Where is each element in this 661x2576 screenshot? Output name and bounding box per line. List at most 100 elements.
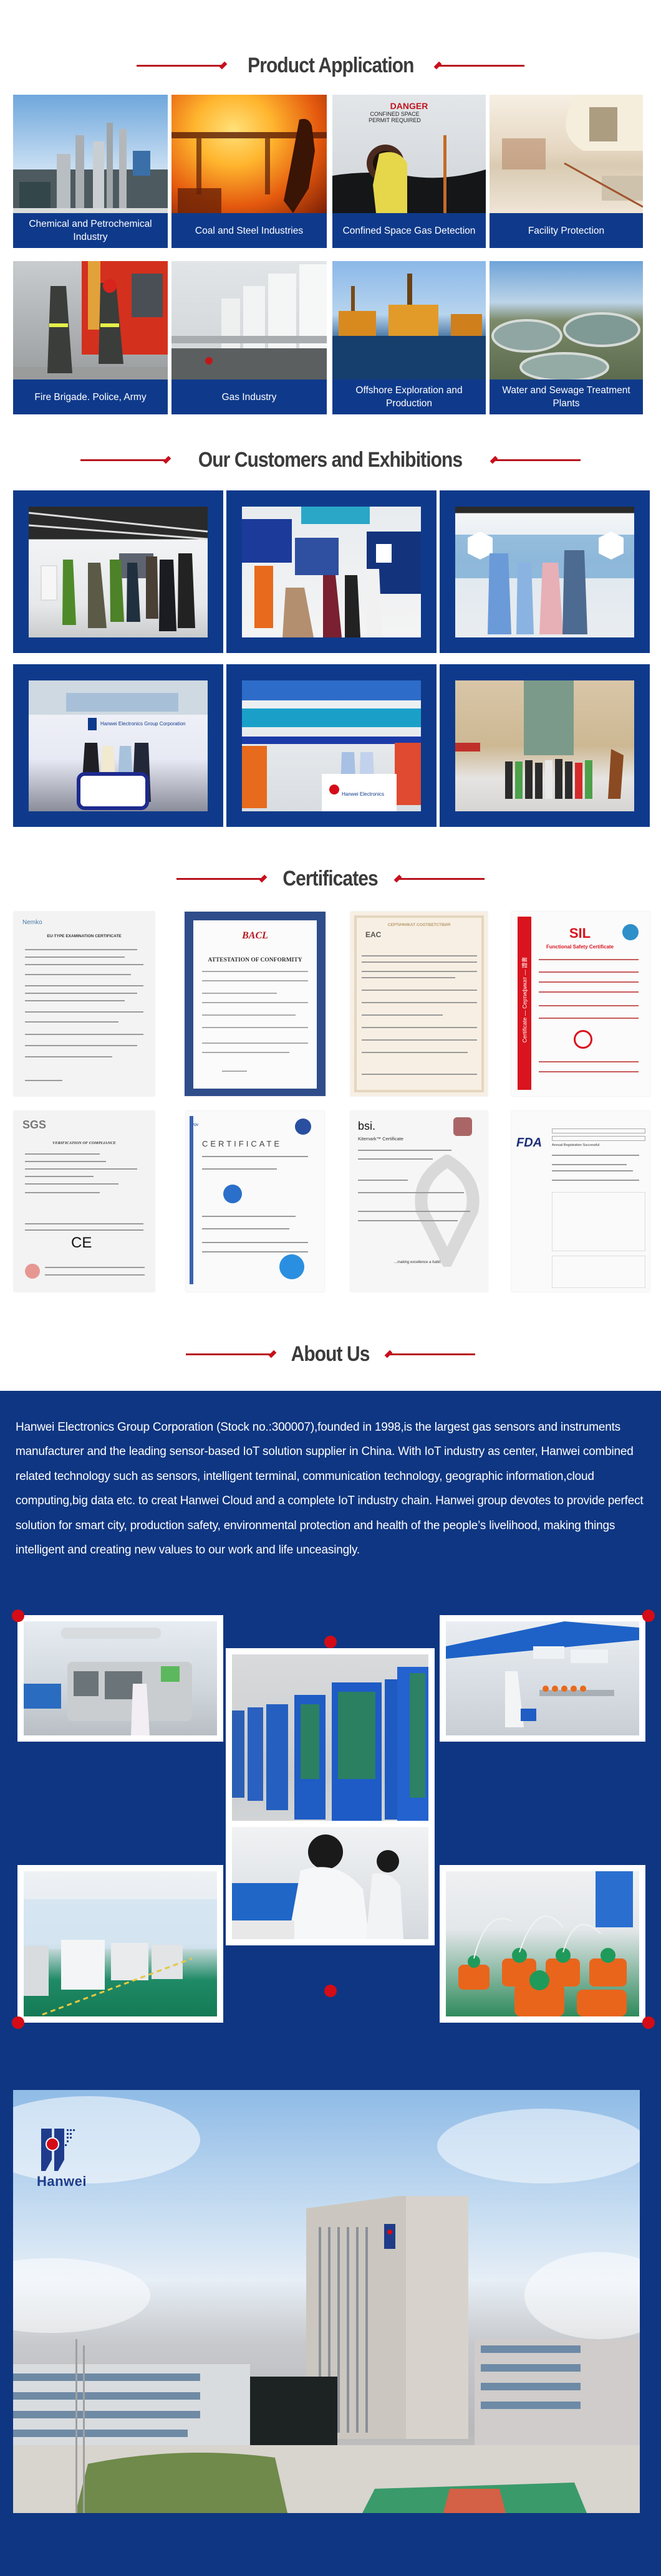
certificate-heading: EU-TYPE EXAMINATION CERTIFICATE [47,934,122,938]
application-tile-facility[interactable]: Facility Protection [490,95,643,248]
section-heading-certificates: Certificates [0,866,661,891]
shopping-mall-photo [490,95,643,213]
bsi-tagline: ...making excellence a habit. [394,1261,441,1264]
factory-photo-frame[interactable] [17,1615,223,1742]
confined-space-photo: DANGER CONFINED SPACE PERMIT REQUIRED [332,95,486,213]
application-tile-gas-industry[interactable]: Gas Industry [171,261,327,414]
decorative-red-dot [324,1985,337,1997]
factory-photo-frame[interactable] [17,1865,223,2023]
exhibition-photo-card[interactable] [226,490,437,653]
tile-caption: Water and Sewage Treatment Plants [490,379,643,414]
heading-rule-left [186,1353,274,1355]
certificate-eac[interactable]: EAC СЕРТИФИКАТ СООТВЕТСТВИЯ [350,912,488,1096]
issuer-logo: FDA [516,1136,543,1150]
exhibition-photo-card[interactable]: Hanwei Electronics [226,664,437,827]
decorative-red-dot [642,2016,655,2029]
firefighters-photo [13,261,168,379]
certificate-heading: Kitemark™ Certificate [358,1136,403,1142]
decorative-red-dot [642,1610,655,1622]
tile-caption: Chemical and Petrochemical Industry [13,213,168,248]
water-treatment-photo [490,261,643,379]
application-tile-fire-brigade[interactable]: Fire Brigade. Police, Army [13,261,168,414]
customer-group-photo [455,507,634,637]
smt-line-photo [24,1871,217,2016]
hanwei-electronics-booth-photo: Hanwei Electronics [242,680,421,811]
heading-rule-left [136,64,224,67]
issuer-logo: EAC [365,930,382,939]
company-description: Hanwei Electronics Group Corporation (St… [16,1421,644,1557]
tile-caption: Offshore Exploration and Production [332,379,486,414]
refinery-photo [13,95,168,213]
heading-rule-right [387,1353,475,1355]
section-heading-about: About Us [0,1342,661,1367]
tile-caption: Gas Industry [171,379,327,414]
issuer-logo: TÜV [192,1123,198,1127]
application-tile-chemical[interactable]: Chemical and Petrochemical Industry [13,95,168,248]
headquarters-photo: Hanwei [13,2090,640,2513]
lobby-group-photo [455,680,634,811]
assembly-line-photo [446,1621,639,1735]
decorative-red-dot [12,1610,24,1622]
certificate-heading: VERIFICATION OF COMPLIANCE [52,1141,116,1145]
certificate-sgs[interactable]: SGS VERIFICATION OF COMPLIANCE CE [14,1111,155,1292]
tile-caption: Coal and Steel Industries [171,213,327,248]
certificate-heading: Functional Safety Certificate [546,944,614,950]
heading-rule-right [397,877,485,880]
application-tile-coal-steel[interactable]: Coal and Steel Industries [171,95,327,248]
offshore-rig-photo [332,261,486,379]
certificate-nemko[interactable]: Nemko EU-TYPE EXAMINATION CERTIFICATE [14,912,155,1096]
section-title: Product Application [247,53,414,77]
booth-sign-text: Hanwei Electronics Group Corporation [100,721,186,727]
certificate-heading: Annual Registration Successful [552,1143,600,1147]
tile-caption: Confined Space Gas Detection [332,213,486,248]
decorative-red-dot [324,1636,337,1648]
exhibition-photo-card[interactable] [440,664,650,827]
issuer-logo: BACL [242,930,268,941]
application-tile-offshore[interactable]: Offshore Exploration and Production [332,261,486,414]
issuer-logo: SIL [569,925,591,941]
certificate-bsi[interactable]: bsi. Kitemark™ Certificate ...making exc… [350,1111,488,1292]
exhibition-photo-card[interactable]: Hanwei Electronics Group Corporation [13,664,223,827]
exhibition-photo-card[interactable] [440,490,650,653]
issuer-logo: Nemko [22,919,42,926]
sil-side-text: Certificate — Сертификат — 證書 [521,956,528,1043]
factory-photo-frame[interactable] [440,1865,645,2023]
booth-sign-text: Hanwei Electronics [342,791,384,797]
certificate-bacl[interactable]: BACL ATTESTATION OF CONFORMITY [185,912,326,1096]
hanwei-logo: Hanwei [37,2129,87,2191]
certificate-heading: ATTESTATION OF CONFORMITY [208,957,302,963]
certificate-sil[interactable]: Certificate — Сертификат — 證書 SIL Functi… [511,912,650,1096]
heading-rule-left [80,459,168,461]
molten-steel-photo [171,95,327,213]
certificate-heading: CERTIFICATE [202,1139,282,1148]
hanwei-booth-photo: Hanwei Electronics Group Corporation [29,680,208,811]
section-heading-customers: Our Customers and Exhibitions [0,447,661,472]
soldering-machine-photo [24,1621,217,1735]
hanwei-logo-text: Hanwei [37,2173,87,2189]
decorative-red-dot [12,2016,24,2029]
certificate-fda[interactable]: FDA Annual Registration Successful [511,1111,650,1292]
certificate-tuv[interactable]: TÜV CERTIFICATE [186,1111,324,1292]
heading-rule-right [493,459,581,461]
ce-mark: CE [71,1234,92,1251]
section-title: About Us [291,1342,370,1366]
exhibition-booth-photo [242,507,421,637]
application-tile-water-treatment[interactable]: Water and Sewage Treatment Plants [490,261,643,414]
heading-rule-right [437,64,525,67]
tile-caption: Facility Protection [490,213,643,248]
factory-photo-frame[interactable] [226,1821,435,1945]
hanwei-logo-icon [41,2129,75,2171]
gas-detectors-photo [446,1871,639,2016]
section-title: Our Customers and Exhibitions [198,447,463,472]
issuer-logo: bsi. [358,1120,376,1132]
section-title: Certificates [282,866,379,890]
application-tile-confined-space[interactable]: DANGER CONFINED SPACE PERMIT REQUIRED Co… [332,95,486,248]
heading-rule-left [176,877,264,880]
issuer-logo: SGS [22,1119,47,1131]
exhibition-photo-card[interactable] [13,490,223,653]
certificate-heading: СЕРТИФИКАТ СООТВЕТСТВИЯ [387,923,451,927]
factory-photo-frame[interactable] [440,1615,645,1742]
tile-caption: Fire Brigade. Police, Army [13,379,168,414]
showroom-visit-photo [29,507,208,637]
gas-tanks-photo [171,261,327,379]
